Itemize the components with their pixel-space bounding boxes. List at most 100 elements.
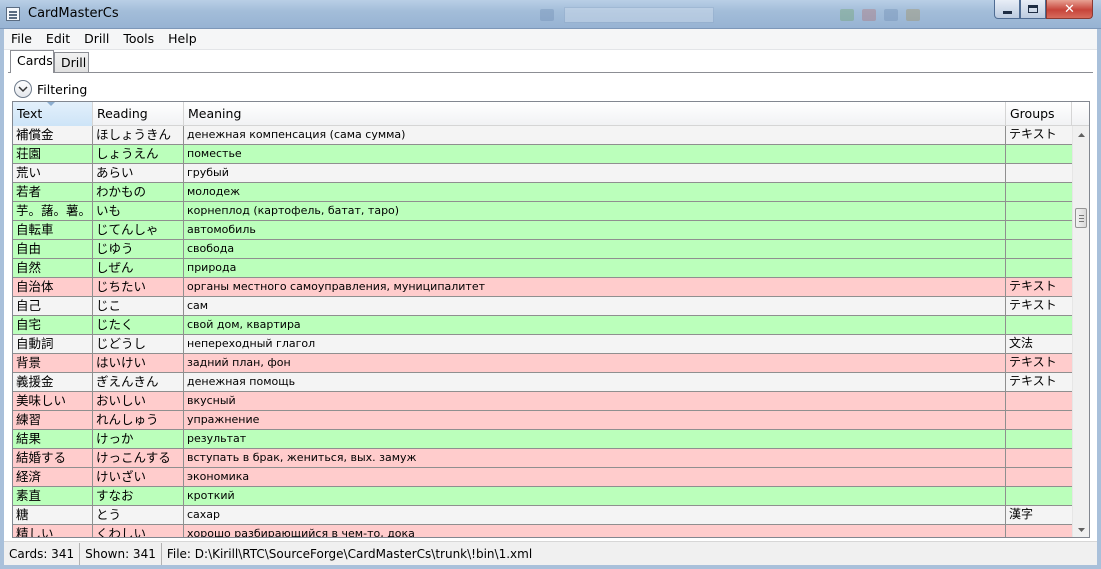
cell-meaning[interactable]: сахар <box>184 506 1006 524</box>
cell-groups[interactable]: 文法 <box>1006 335 1072 353</box>
cell-groups[interactable] <box>1006 468 1072 486</box>
cell-groups[interactable] <box>1006 430 1072 448</box>
cell-reading[interactable]: じどうし <box>93 335 184 353</box>
cell-meaning[interactable]: кроткий <box>184 487 1006 505</box>
table-row[interactable]: 荒い あらい грубый <box>13 164 1072 183</box>
cell-groups[interactable]: テキスト <box>1006 297 1072 315</box>
table-row[interactable]: 美味しい おいしい вкусный <box>13 392 1072 411</box>
cell-reading[interactable]: けっこんする <box>93 449 184 467</box>
cell-groups[interactable] <box>1006 392 1072 410</box>
cell-meaning[interactable]: вступать в брак, жениться, вых. замуж <box>184 449 1006 467</box>
cell-text[interactable]: 若者 <box>13 183 93 201</box>
cell-reading[interactable]: じたく <box>93 316 184 334</box>
cell-text[interactable]: 荘園 <box>13 145 93 163</box>
cell-meaning[interactable]: вкусный <box>184 392 1006 410</box>
column-header-text[interactable]: Text <box>13 102 93 126</box>
cell-groups[interactable] <box>1006 316 1072 334</box>
cell-text[interactable]: 補償金 <box>13 126 93 144</box>
table-row[interactable]: 経済 けいざい экономика <box>13 468 1072 487</box>
cell-groups[interactable] <box>1006 183 1072 201</box>
menu-drill[interactable]: Drill <box>77 29 116 49</box>
cell-groups[interactable] <box>1006 240 1072 258</box>
cell-reading[interactable]: とう <box>93 506 184 524</box>
table-row[interactable]: 自動詞 じどうし непереходный глагол 文法 <box>13 335 1072 354</box>
cell-meaning[interactable]: денежная помощь <box>184 373 1006 391</box>
close-button[interactable]: ✕ <box>1046 0 1093 19</box>
cell-groups[interactable] <box>1006 525 1072 537</box>
cell-text[interactable]: 結果 <box>13 430 93 448</box>
cell-reading[interactable]: けっか <box>93 430 184 448</box>
menu-edit[interactable]: Edit <box>39 29 77 49</box>
cell-text[interactable]: 芋。藷。薯。 <box>13 202 93 220</box>
cell-groups[interactable] <box>1006 202 1072 220</box>
table-row[interactable]: 自由 じゆう свобода <box>13 240 1072 259</box>
column-header-meaning[interactable]: Meaning <box>184 102 1006 126</box>
column-header-groups[interactable]: Groups <box>1006 102 1072 126</box>
cell-meaning[interactable]: денежная компенсация (сама сумма) <box>184 126 1006 144</box>
cell-reading[interactable]: じてんしゃ <box>93 221 184 239</box>
table-row[interactable]: 精しい くわしい хорошо разбирающийся в чем-то, до… <box>13 525 1072 537</box>
cell-meaning[interactable]: результат <box>184 430 1006 448</box>
cell-reading[interactable]: しょうえん <box>93 145 184 163</box>
minimize-button[interactable] <box>994 0 1020 19</box>
table-row[interactable]: 結果 けっか результат <box>13 430 1072 449</box>
table-row[interactable]: 練習 れんしゅう упражнение <box>13 411 1072 430</box>
table-row[interactable]: 荘園 しょうえん поместье <box>13 145 1072 164</box>
cell-groups[interactable] <box>1006 449 1072 467</box>
table-row[interactable]: 自然 しぜん природа <box>13 259 1072 278</box>
scrollbar-thumb[interactable] <box>1075 208 1087 228</box>
cell-text[interactable]: 自宅 <box>13 316 93 334</box>
cell-text[interactable]: 自転車 <box>13 221 93 239</box>
table-row[interactable]: 背景 はいけい задний план, фон テキスト <box>13 354 1072 373</box>
table-row[interactable]: 義援金 ぎえんきん денежная помощь テキスト <box>13 373 1072 392</box>
cell-text[interactable]: 経済 <box>13 468 93 486</box>
cell-reading[interactable]: じこ <box>93 297 184 315</box>
cell-meaning[interactable]: экономика <box>184 468 1006 486</box>
table-row[interactable]: 自己 じこ сам テキスト <box>13 297 1072 316</box>
table-row[interactable]: 素直 すなお кроткий <box>13 487 1072 506</box>
cell-groups[interactable] <box>1006 221 1072 239</box>
cell-reading[interactable]: ほしょうきん <box>93 126 184 144</box>
cell-groups[interactable] <box>1006 164 1072 182</box>
cell-reading[interactable]: れんしゅう <box>93 411 184 429</box>
cell-meaning[interactable]: хорошо разбирающийся в чем-то, дока <box>184 525 1006 537</box>
table-row[interactable]: 補償金 ほしょうきん денежная компенсация (сама сумм… <box>13 126 1072 145</box>
cell-meaning[interactable]: сам <box>184 297 1006 315</box>
cell-meaning[interactable]: корнеплод (картофель, батат, таро) <box>184 202 1006 220</box>
table-row[interactable]: 芋。藷。薯。 いも корнеплод (картофель, батат, тар… <box>13 202 1072 221</box>
cell-groups[interactable] <box>1006 487 1072 505</box>
cell-reading[interactable]: じちたい <box>93 278 184 296</box>
cell-text[interactable]: 自己 <box>13 297 93 315</box>
cell-text[interactable]: 素直 <box>13 487 93 505</box>
cell-meaning[interactable]: задний план, фон <box>184 354 1006 372</box>
cell-groups[interactable]: テキスト <box>1006 373 1072 391</box>
cell-reading[interactable]: けいざい <box>93 468 184 486</box>
cell-text[interactable]: 結婚する <box>13 449 93 467</box>
app-icon[interactable] <box>6 7 20 21</box>
cell-meaning[interactable]: упражнение <box>184 411 1006 429</box>
cell-text[interactable]: 自動詞 <box>13 335 93 353</box>
table-row[interactable]: 自宅 じたく свой дом, квартира <box>13 316 1072 335</box>
cell-reading[interactable]: すなお <box>93 487 184 505</box>
menu-tools[interactable]: Tools <box>116 29 161 49</box>
cell-reading[interactable]: いも <box>93 202 184 220</box>
cell-reading[interactable]: おいしい <box>93 392 184 410</box>
cell-meaning[interactable]: органы местного самоуправления, муниципа… <box>184 278 1006 296</box>
table-row[interactable]: 自転車 じてんしゃ автомобиль <box>13 221 1072 240</box>
expander-button[interactable] <box>14 80 32 98</box>
cell-meaning[interactable]: грубый <box>184 164 1006 182</box>
cell-reading[interactable]: わかもの <box>93 183 184 201</box>
cell-groups[interactable]: 漢字 <box>1006 506 1072 524</box>
tab-drill[interactable]: Drill <box>54 52 89 73</box>
scroll-up-button[interactable] <box>1073 126 1089 143</box>
table-row[interactable]: 糖とう сахар 漢字 <box>13 506 1072 525</box>
cell-meaning[interactable]: свобода <box>184 240 1006 258</box>
cell-text[interactable]: 荒い <box>13 164 93 182</box>
vertical-scrollbar[interactable] <box>1072 126 1089 537</box>
cell-text[interactable]: 自由 <box>13 240 93 258</box>
cell-meaning[interactable]: природа <box>184 259 1006 277</box>
cell-meaning[interactable]: свой дом, квартира <box>184 316 1006 334</box>
cell-meaning[interactable]: поместье <box>184 145 1006 163</box>
cell-groups[interactable]: テキスト <box>1006 126 1072 144</box>
cell-reading[interactable]: はいけい <box>93 354 184 372</box>
